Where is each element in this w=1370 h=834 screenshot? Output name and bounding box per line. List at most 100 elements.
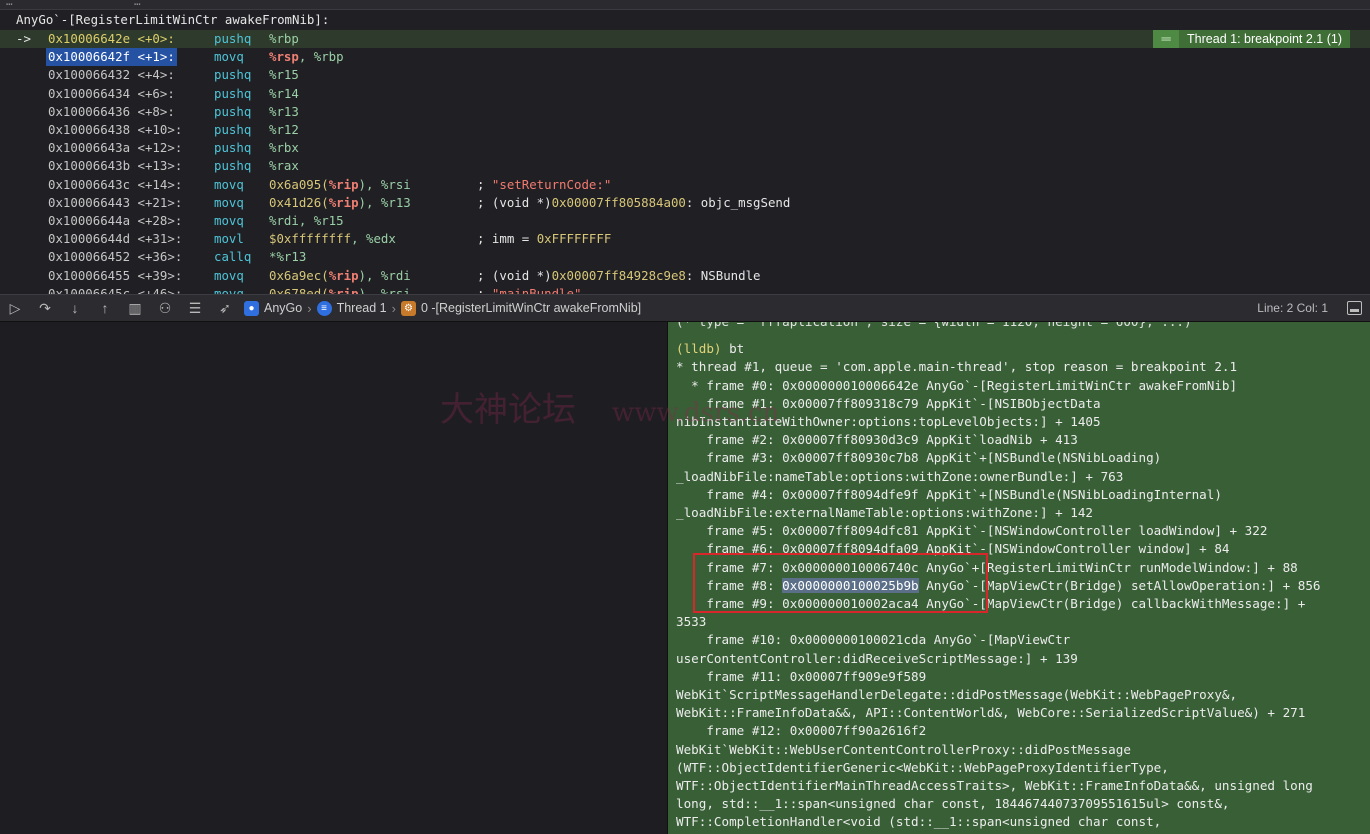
instruction-mnemonic: pushq xyxy=(214,158,252,174)
console-line: userContentController:didReceiveScriptMe… xyxy=(676,650,1078,666)
console-line: WTF::ObjectIdentifierMainThreadAccessTra… xyxy=(676,778,1313,793)
instruction-operands: 0x6a095(%rip), %rsi xyxy=(269,176,411,194)
disassembly-line[interactable]: 0x10006643a <+12>: pushq %rbx xyxy=(0,139,1370,157)
disassembly-line[interactable]: 0x100066443 <+21>: movq 0x41d26(%rip), %r1… xyxy=(0,194,1370,212)
instruction-operands: $0xffffffff, %edx xyxy=(269,230,396,248)
location-icon[interactable]: ➶ xyxy=(210,294,240,322)
breakpoint-badge[interactable]: ═ Thread 1: breakpoint 2.1 (1) xyxy=(1153,30,1350,48)
instruction-operands: %r14 xyxy=(269,85,299,103)
console-line: _loadNibFile:nameTable:options:withZone:… xyxy=(676,468,1124,484)
console-line: WebKit`WebKit::WebUserContentControllerP… xyxy=(676,741,1131,757)
instruction-mnemonic: pushq xyxy=(214,140,252,156)
instruction-mnemonic: pushq xyxy=(214,122,252,137)
comment-hex: 0x00007ff84928c9e8 xyxy=(551,267,686,283)
step-over-icon[interactable]: ↷ xyxy=(30,294,60,322)
comment-prefix: ; xyxy=(477,176,492,192)
console-line: * frame #0: 0x000000010006642e AnyGo`-[R… xyxy=(676,377,1238,393)
instruction-mnemonic: callq xyxy=(214,249,252,265)
continue-icon[interactable]: ▷ xyxy=(0,294,30,322)
operand-register: %rsp xyxy=(269,49,299,65)
operand-rest: ), %rsi xyxy=(358,285,411,294)
comment-string: "setReturnCode:" xyxy=(491,176,612,192)
comment-suffix: : NSBundle xyxy=(685,267,761,283)
comment-prefix: ; (void *) xyxy=(477,267,552,283)
operand-rest: %rbx xyxy=(269,140,299,156)
disassembly-line[interactable]: 0x100066438 <+10>: pushq %r12 xyxy=(0,121,1370,139)
console-command-line: (lldb) bt xyxy=(676,340,744,358)
disassembly-line[interactable]: 0x100066436 <+8>: pushq %r13 xyxy=(0,103,1370,121)
disassembly-line[interactable]: 0x10006643c <+14>: movq 0x6a095(%rip), %rs… xyxy=(0,176,1370,194)
comment-prefix: ; xyxy=(477,285,492,294)
frame-label: frame #8: xyxy=(676,577,783,593)
breadcrumb-app[interactable]: AnyGo xyxy=(264,301,302,315)
memory-icon[interactable]: ▥ xyxy=(120,294,150,322)
instruction-address: 0x10006643a <+12>: xyxy=(48,140,183,156)
top-strip-fragment: … xyxy=(6,0,13,8)
instruction-mnemonic: movq xyxy=(214,285,244,294)
instruction-mnemonic: movq xyxy=(214,267,244,283)
console-line: frame #6: 0x00007ff8094dfa09 AppKit`-[NS… xyxy=(676,541,1230,557)
frame-icon: ⚙ xyxy=(400,300,416,316)
console-line: frame #10: 0x0000000100021cda AnyGo`-[Ma… xyxy=(676,632,1071,648)
variables-view[interactable] xyxy=(0,322,668,834)
disassembly-line[interactable]: 0x10006644d <+31>: movl $0xffffffff, %edx;… xyxy=(0,230,1370,248)
instruction-comment: ; imm = 0xFFFFFFFF xyxy=(477,230,611,248)
debug-toolbar: ▷ ↷ ↓ ↑ ▥ ⚇ ☰ ➶ ● AnyGo › ≡ Thread 1 › ⚙… xyxy=(0,294,1370,322)
function-title: AnyGo`-[RegisterLimitWinCtr awakeFromNib… xyxy=(16,12,330,27)
instruction-address: 0x10006644d <+31>: xyxy=(48,231,183,247)
operand-rest: ), %rdi xyxy=(358,267,411,283)
view-hierarchy-icon[interactable]: ⚇ xyxy=(150,294,180,322)
operand-register: %rip xyxy=(328,176,359,192)
chevron-right-icon: › xyxy=(307,300,312,316)
breadcrumb-thread[interactable]: Thread 1 xyxy=(337,301,387,315)
disassembly-line[interactable]: 0x10006644a <+28>: movq %rdi, %r15 xyxy=(0,212,1370,230)
console-line: 3533 xyxy=(676,614,707,630)
instruction-address: 0x10006642e <+0>: xyxy=(48,31,175,46)
instruction-comment: ; "setReturnCode:" xyxy=(477,176,611,194)
step-into-icon[interactable]: ↓ xyxy=(60,294,90,322)
console-line: long, std::__1::span<unsigned char const… xyxy=(676,796,1230,812)
disassembly-line[interactable]: 0x100066455 <+39>: movq 0x6a9ec(%rip), %rd… xyxy=(0,267,1370,285)
disassembly-editor[interactable]: AnyGo`-[RegisterLimitWinCtr awakeFromNib… xyxy=(0,10,1370,294)
instruction-operands: %rbx xyxy=(269,139,299,157)
disassembly-line[interactable]: 0x100066432 <+4>: pushq %r15 xyxy=(0,66,1370,84)
disassembly-line[interactable]: 0x10006645c <+46>: movq 0x678ed(%rip), %rs… xyxy=(0,285,1370,294)
operand-immediate: 0x678ed( xyxy=(269,285,329,294)
console-line: frame #7: 0x000000010006740c AnyGo`+[Reg… xyxy=(676,559,1298,575)
operand-rest: , %rbp xyxy=(298,49,344,65)
panel-toggle-icon[interactable] xyxy=(1347,301,1362,315)
instruction-mnemonic: movq xyxy=(214,176,244,192)
disassembly-line[interactable]: 0x100066452 <+36>: callq *%r13 xyxy=(0,248,1370,266)
instruction-address: 0x100066438 <+10>: xyxy=(48,122,183,137)
instruction-address: 0x10006643c <+14>: xyxy=(48,176,183,192)
instruction-address: 0x100066432 <+4>: xyxy=(48,67,175,83)
instruction-mnemonic: movq xyxy=(214,49,244,65)
selected-address[interactable]: 0x0000000100025b9b xyxy=(782,577,919,593)
disassembly-line[interactable]: 0x10006642f <+1>: movq %rsp, %rbp xyxy=(0,48,1370,67)
step-out-icon[interactable]: ↑ xyxy=(90,294,120,322)
console-line: frame #5: 0x00007ff8094dfc81 AppKit`-[NS… xyxy=(676,523,1268,539)
console-line: frame #11: 0x00007ff909e9f589 xyxy=(676,668,927,684)
instruction-operands: 0x41d26(%rip), %r13 xyxy=(269,194,411,212)
instruction-operands: %rdi, %r15 xyxy=(269,212,344,230)
instruction-mnemonic: movq xyxy=(214,194,244,210)
instruction-address: 0x10006643b <+13>: xyxy=(48,158,183,174)
debug-console[interactable]: (* type = 'fffaplication', size = {width… xyxy=(668,322,1370,834)
console-line: frame #2: 0x00007ff80930d3c9 AppKit`load… xyxy=(676,432,1078,448)
breakpoint-label: Thread 1: breakpoint 2.1 (1) xyxy=(1187,32,1342,46)
console-line: (WTF::ObjectIdentifierGeneric<WebKit::We… xyxy=(676,759,1169,775)
disassembly-line[interactable]: 0x100066434 <+6>: pushq %r14 xyxy=(0,85,1370,103)
disassembly-line[interactable]: -> 0x10006642e <+0>: pushq %rbp ═ Thread 1: b… xyxy=(0,30,1370,48)
breadcrumb-frame[interactable]: 0 -[RegisterLimitWinCtr awakeFromNib] xyxy=(421,301,641,315)
disassembly-line[interactable]: 0x10006643b <+13>: pushq %rax xyxy=(0,157,1370,175)
operand-immediate: 0x6a095( xyxy=(269,176,329,192)
breadcrumb: ● AnyGo › ≡ Thread 1 › ⚙ 0 -[RegisterLim… xyxy=(244,300,641,316)
instruction-address: 0x10006644a <+28>: xyxy=(48,213,183,228)
operand-immediate: $0xffffffff xyxy=(269,231,352,247)
lldb-prompt: (lldb) xyxy=(676,341,722,356)
chevron-right-icon: › xyxy=(391,300,396,316)
operand-rest: *%r13 xyxy=(269,249,307,265)
environment-icon[interactable]: ☰ xyxy=(180,294,210,322)
instruction-address: 0x100066455 <+39>: xyxy=(48,267,183,283)
frame-symbol: AnyGo`-[MapViewCtr(Bridge) setAllowOpera… xyxy=(918,577,1321,593)
